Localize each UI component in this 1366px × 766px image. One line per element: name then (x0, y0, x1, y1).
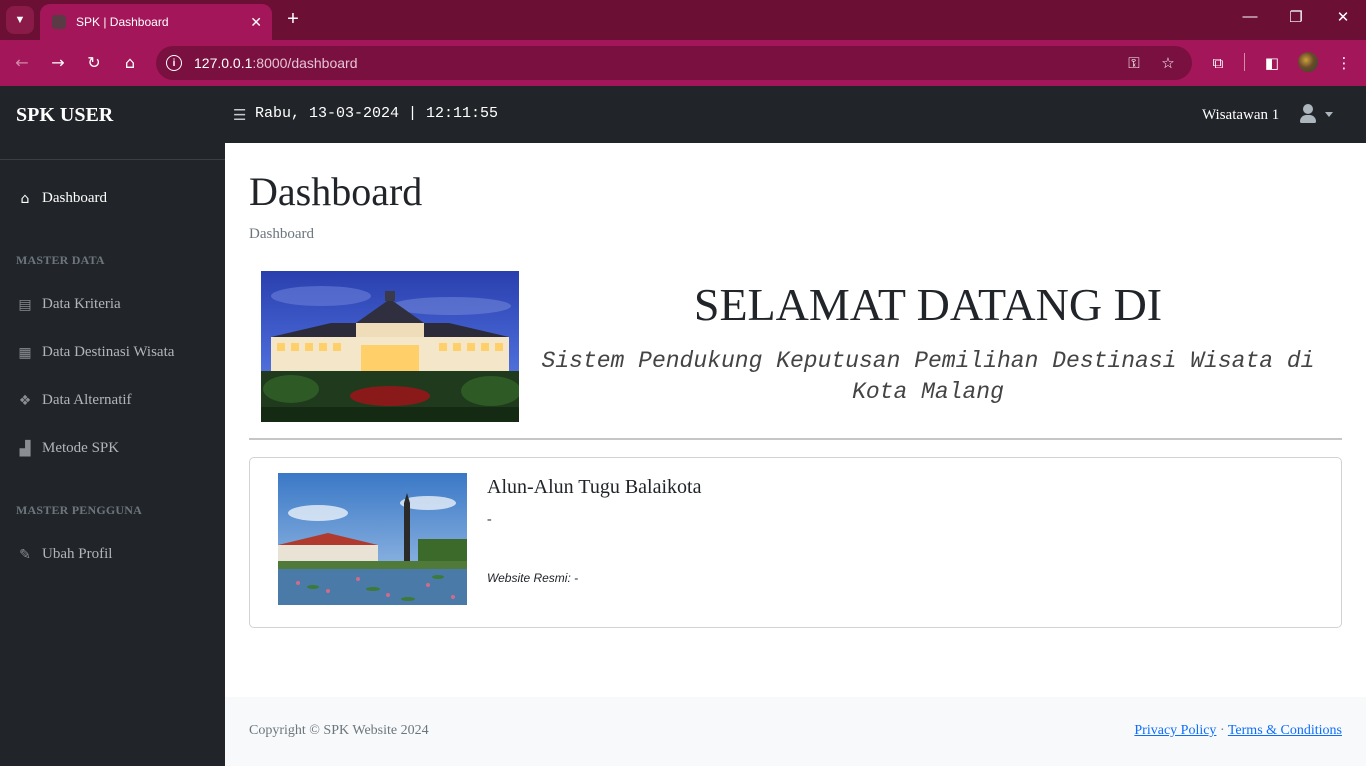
url-path: :8000/dashboard (252, 55, 358, 71)
tab-title: SPK | Dashboard (76, 15, 169, 29)
site-info-icon[interactable]: i (166, 55, 182, 71)
sidebar-item-label: Ubah Profil (42, 546, 113, 562)
sidebar-item-dashboard[interactable]: ⌂ Dashboard (16, 190, 107, 207)
address-bar[interactable]: i 127.0.0.1:8000/dashboard ⚿ ☆ (156, 46, 1192, 80)
sidebar-item-label: Data Alternatif (42, 392, 132, 408)
browser-menu-icon[interactable]: ⋮ (1332, 51, 1356, 75)
sidebar-item-label: Metode SPK (42, 440, 120, 456)
brand-title[interactable]: SPK USER (16, 104, 113, 127)
balaikota-image (261, 271, 519, 422)
destination-description: - (487, 512, 492, 527)
chevron-down-icon: ▼ (14, 14, 26, 26)
app-navbar: SPK USER ☰ Rabu, 13-03-2024 | 12:11:55 W… (0, 86, 1366, 143)
url-host: 127.0.0.1 (194, 55, 253, 71)
browser-toolbar: ← → ↻ ⌂ i 127.0.0.1:8000/dashboard ⚿ ☆ ⧉… (0, 40, 1366, 86)
terms-conditions-link[interactable]: Terms & Conditions (1228, 723, 1342, 738)
home-icon: ⌂ (20, 190, 30, 207)
toolbar-separator (1244, 53, 1245, 71)
breadcrumb: Dashboard (249, 226, 314, 242)
back-button[interactable]: ← (10, 51, 34, 75)
key-icon[interactable]: ⚿ (1122, 51, 1146, 75)
sidebar-item-data-destinasi-wisata[interactable]: ▦ Data Destinasi Wisata (16, 344, 174, 361)
footer-links: Privacy Policy · Terms & Conditions (1134, 723, 1342, 739)
user-icon[interactable] (1300, 104, 1316, 124)
cubes-icon: ❖ (18, 392, 32, 409)
footer-copyright: Copyright © SPK Website 2024 (249, 723, 429, 738)
user-name: Wisatawan 1 (1202, 107, 1280, 123)
sitemap-icon: ▟ (19, 440, 31, 457)
page-title: Dashboard (249, 169, 423, 214)
sidebar-item-label: Dashboard (42, 190, 107, 206)
minimize-button[interactable]: — (1238, 8, 1262, 25)
side-panel-icon[interactable]: ◧ (1260, 51, 1284, 75)
destination-name: Alun-Alun Tugu Balaikota (487, 476, 702, 498)
user-edit-icon: ✎ (19, 546, 31, 563)
extensions-icon[interactable]: ⧉ (1206, 51, 1230, 75)
sidebar-item-label: Data Kriteria (42, 296, 121, 312)
map-icon: ▦ (18, 344, 32, 361)
home-button[interactable]: ⌂ (118, 51, 142, 75)
browser-tab-strip: ▼ SPK | Dashboard ✕ + — ❐ ✕ (0, 0, 1366, 40)
sidebar-item-ubah-profil[interactable]: ✎ Ubah Profil (16, 546, 112, 563)
destination-website: Website Resmi: - (487, 571, 579, 585)
browser-tab-dashboard[interactable]: SPK | Dashboard ✕ (40, 4, 272, 40)
sidebar-item-metode-spk[interactable]: ▟ Metode SPK (16, 440, 119, 457)
hero-subtitle: Sistem Pendukung Keputusan Pemilihan Des… (541, 348, 1315, 405)
close-window-button[interactable]: ✕ (1331, 8, 1355, 26)
profile-avatar[interactable] (1298, 52, 1318, 72)
tab-search-button[interactable]: ▼ (6, 6, 34, 34)
hero-title: SELAMAT DATANG DI (693, 279, 1163, 330)
caret-down-icon[interactable] (1325, 112, 1333, 117)
favicon-icon (52, 15, 66, 29)
new-tab-button[interactable]: + (282, 8, 304, 30)
forward-button[interactable]: → (46, 51, 70, 75)
sidebar-divider (0, 159, 225, 160)
reload-button[interactable]: ↻ (82, 51, 106, 75)
close-tab-icon[interactable]: ✕ (250, 14, 262, 31)
restore-button[interactable]: ❐ (1284, 8, 1308, 26)
table-icon: ▤ (18, 296, 32, 313)
sidebar-heading-master-data: MASTER DATA (16, 253, 105, 267)
datetime-display: Rabu, 13-03-2024 | 12:11:55 (255, 105, 499, 122)
hero-divider (249, 438, 1342, 440)
sidebar-heading-master-pengguna: MASTER PENGGUNA (16, 503, 143, 517)
destination-image (278, 473, 467, 605)
sidebar-item-data-kriteria[interactable]: ▤ Data Kriteria (16, 296, 121, 313)
bookmark-star-icon[interactable]: ☆ (1156, 51, 1180, 75)
footer-separator: · (1219, 723, 1225, 738)
sidebar-item-data-alternatif[interactable]: ❖ Data Alternatif (16, 392, 132, 409)
sidebar-toggle-icon[interactable]: ☰ (233, 106, 246, 124)
privacy-policy-link[interactable]: Privacy Policy (1134, 723, 1216, 738)
sidebar-item-label: Data Destinasi Wisata (42, 344, 175, 360)
